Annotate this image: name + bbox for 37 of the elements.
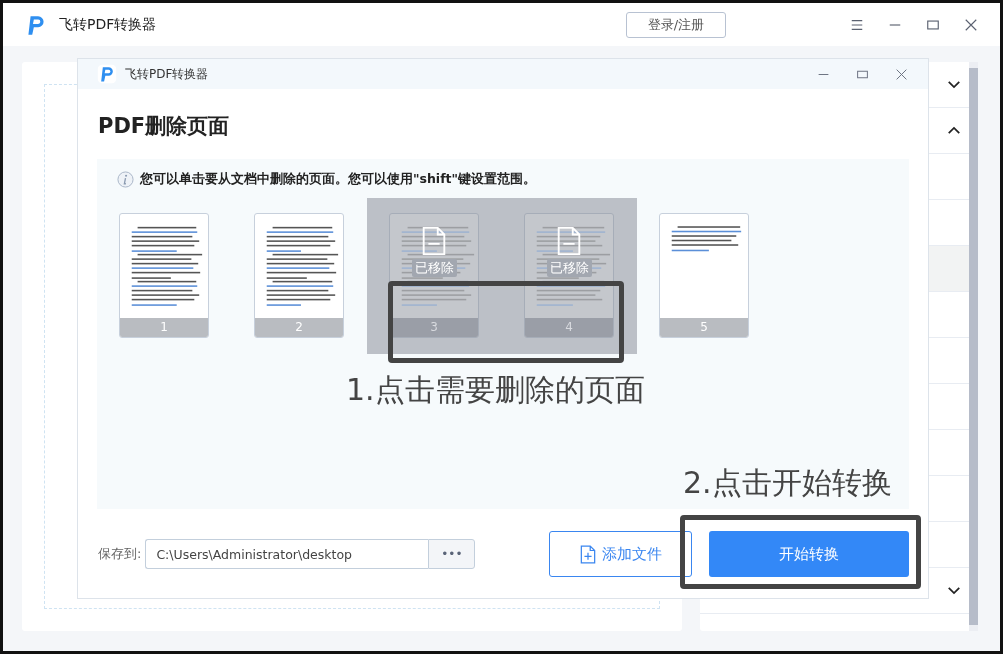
page-number: 1: [120, 318, 208, 337]
save-label: 保存到:: [98, 545, 142, 563]
page-number: 3: [390, 318, 478, 337]
page-number: 2: [255, 318, 343, 337]
chevron-down-icon[interactable]: [947, 586, 961, 595]
info-icon: [117, 171, 134, 188]
app-logo-icon: [97, 64, 117, 84]
file-icon: [421, 226, 447, 256]
maximize-icon[interactable]: [926, 17, 940, 32]
page-number: 5: [660, 318, 748, 337]
chevron-down-icon[interactable]: [947, 80, 961, 89]
add-file-icon: [579, 543, 596, 565]
page-thumbnail[interactable]: 已移除 4: [524, 213, 614, 338]
menu-icon[interactable]: [850, 17, 864, 32]
hint-text: 您可以单击要从文档中删除的页面。您可以使用"shift"键设置范围。: [140, 171, 537, 188]
chevron-up-icon[interactable]: [947, 126, 961, 135]
start-convert-button[interactable]: 开始转换: [709, 531, 909, 577]
annotation-text: 2.点击开始转换: [683, 464, 892, 502]
login-button[interactable]: 登录/注册: [626, 11, 726, 38]
page-thumbnail[interactable]: 5: [659, 213, 749, 338]
close-icon[interactable]: [895, 67, 908, 81]
browse-button[interactable]: •••: [428, 539, 476, 569]
page-thumbnail[interactable]: 1: [119, 213, 209, 338]
page-thumbnail[interactable]: 已移除 3: [389, 213, 479, 338]
scrollbar[interactable]: [969, 62, 978, 631]
dialog-heading: PDF删除页面: [98, 113, 231, 140]
removed-label: 已移除: [546, 259, 592, 277]
app-title: 飞转PDF转换器: [59, 15, 157, 34]
close-icon[interactable]: [964, 17, 978, 32]
save-path-field[interactable]: C:\Users\Administrator\desktop: [145, 539, 429, 569]
dialog-title: 飞转PDF转换器: [125, 65, 209, 83]
page-thumbnail[interactable]: 2: [254, 213, 344, 338]
removed-label: 已移除: [411, 259, 457, 277]
annotation-text: 1.点击需要删除的页面: [346, 371, 645, 409]
file-icon: [556, 226, 582, 256]
add-file-button[interactable]: 添加文件: [549, 531, 692, 577]
page-number: 4: [525, 318, 613, 337]
